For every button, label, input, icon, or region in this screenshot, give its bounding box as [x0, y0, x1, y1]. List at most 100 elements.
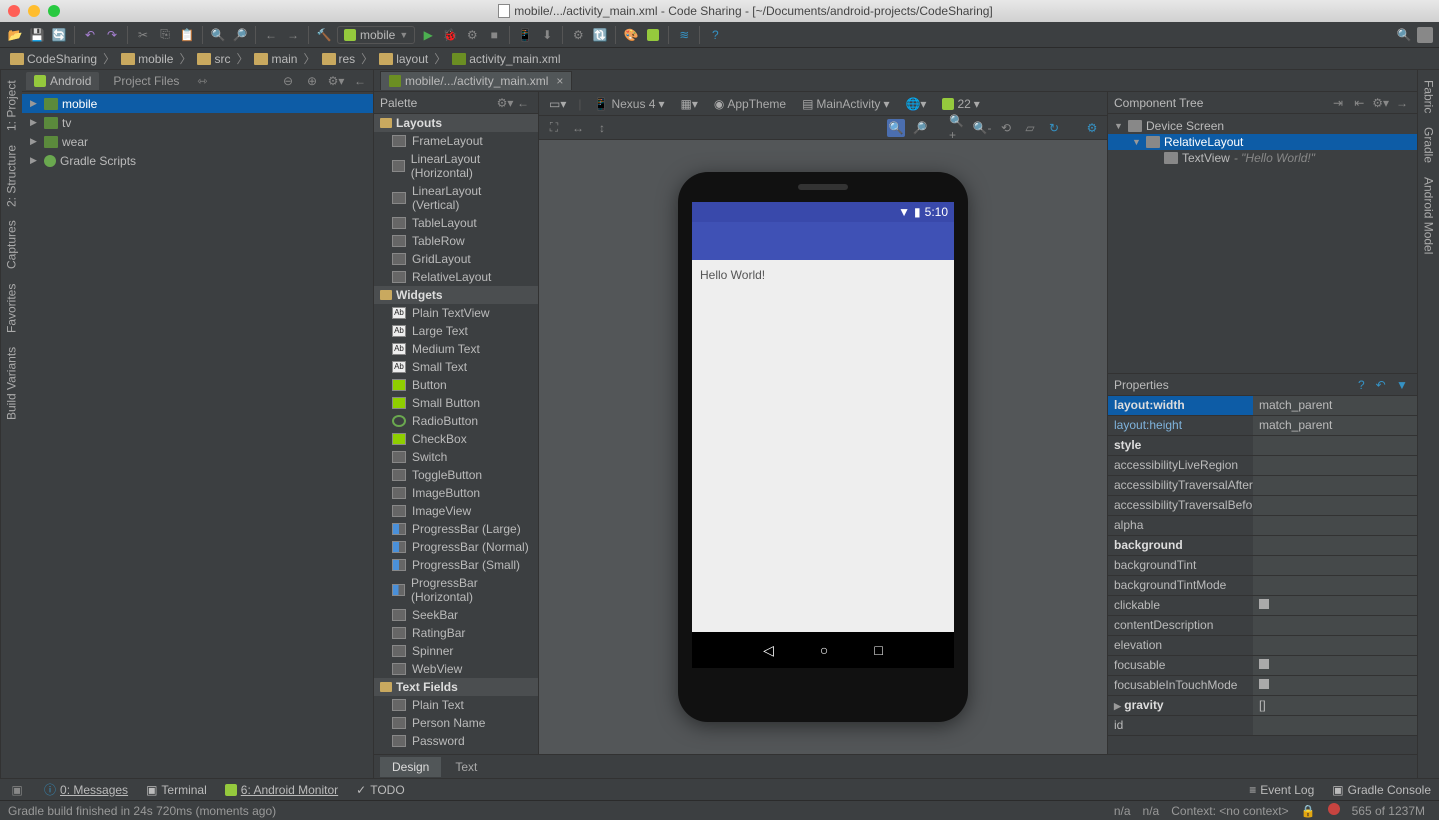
event-log-button[interactable]: ≡ Event Log [1249, 783, 1314, 797]
maximize-window-button[interactable] [48, 5, 60, 17]
zoom-in-icon[interactable]: 🔍+ [949, 119, 967, 137]
open-icon[interactable]: 📂 [6, 26, 24, 44]
tree-settings-icon[interactable]: ⚙▾ [1372, 94, 1390, 112]
breadcrumb-item[interactable]: CodeSharing [6, 51, 101, 67]
minimize-window-button[interactable] [28, 5, 40, 17]
project-tree-item[interactable]: ▶Gradle Scripts [22, 151, 373, 170]
messages-button[interactable]: ⓘ0: Messages [44, 781, 128, 798]
find-icon[interactable]: 🔍 [209, 26, 227, 44]
device-dropdown[interactable]: 📱 Nexus 4▾ [590, 96, 669, 112]
palette-item[interactable]: RadioButton [374, 412, 538, 430]
palette-item[interactable]: TableRow [374, 232, 538, 250]
property-row[interactable]: style [1108, 436, 1417, 456]
collapse-tree-icon[interactable]: ⇤ [1350, 94, 1368, 112]
palette-item[interactable]: ProgressBar (Large) [374, 520, 538, 538]
property-row[interactable]: clickable [1108, 596, 1417, 616]
close-tab-icon[interactable]: × [556, 74, 563, 88]
design-tab[interactable]: Design [380, 757, 441, 777]
property-row[interactable]: layout:widthmatch_parent [1108, 396, 1417, 416]
attach-debugger-icon[interactable]: ⚙ [463, 26, 481, 44]
palette-collapse-icon[interactable]: ← [514, 94, 532, 112]
palette-item[interactable]: Button [374, 376, 538, 394]
activity-dropdown[interactable]: ▤ MainActivity▾ [798, 96, 893, 112]
palette-item[interactable]: RelativeLayout [374, 268, 538, 286]
render-settings-icon[interactable]: ⚙ [1083, 119, 1101, 137]
todo-button[interactable]: ✓ TODO [356, 783, 405, 797]
palette-item[interactable]: ProgressBar (Horizontal) [374, 574, 538, 606]
palette-item[interactable]: Spinner [374, 642, 538, 660]
search-everywhere-icon[interactable]: 🔍 [1395, 26, 1413, 44]
zoom-out-icon[interactable]: 🔍- [973, 119, 991, 137]
expand-tree-icon[interactable]: ⇥ [1329, 94, 1347, 112]
palette-item[interactable]: Password [374, 732, 538, 750]
project-tree-item[interactable]: ▶tv [22, 113, 373, 132]
gutter-button[interactable]: Fabric [1420, 76, 1437, 117]
tool-windows-icon[interactable]: ▣ [8, 781, 26, 799]
property-row[interactable]: backgroundTintMode [1108, 576, 1417, 596]
palette-item[interactable]: SeekBar [374, 606, 538, 624]
project-tree-item[interactable]: ▶mobile [22, 94, 373, 113]
align-v-icon[interactable]: ↕ [593, 119, 611, 137]
palette-item[interactable]: ToggleButton [374, 466, 538, 484]
palette-item[interactable]: ImageButton [374, 484, 538, 502]
forward-icon[interactable]: → [284, 26, 302, 44]
property-row[interactable]: accessibilityLiveRegion [1108, 456, 1417, 476]
palette-item[interactable]: AbSmall Text [374, 358, 538, 376]
property-row[interactable]: focusableInTouchMode [1108, 676, 1417, 696]
property-row[interactable]: backgroundTint [1108, 556, 1417, 576]
tree-hide-icon[interactable]: → [1393, 94, 1411, 112]
pan-icon[interactable]: ▱ [1021, 119, 1039, 137]
property-row[interactable]: alpha [1108, 516, 1417, 536]
component-tree-item[interactable]: ▼RelativeLayout [1108, 134, 1417, 150]
gutter-button[interactable]: Android Model [1420, 173, 1437, 258]
breadcrumb-item[interactable]: mobile [117, 51, 177, 67]
component-tree-item[interactable]: TextView - "Hello World!" [1108, 150, 1417, 166]
property-row[interactable]: contentDescription [1108, 616, 1417, 636]
gutter-button[interactable]: Gradle [1420, 123, 1437, 167]
undo-icon[interactable]: ↶ [81, 26, 99, 44]
breadcrumb-item[interactable]: res [318, 51, 360, 67]
palette-item[interactable]: LinearLayout (Horizontal) [374, 150, 538, 182]
palette-settings-icon[interactable]: ⚙▾ [496, 94, 514, 112]
locale-dropdown[interactable]: 🌐▾ [901, 96, 930, 112]
layers-icon[interactable]: ≋ [675, 26, 693, 44]
text-tab[interactable]: Text [443, 757, 489, 777]
properties-help-icon[interactable]: ? [1354, 378, 1368, 392]
zoom-fit-icon[interactable]: 🔍 [887, 119, 905, 137]
zoom-actual-icon[interactable]: 🔎 [911, 119, 929, 137]
theme-editor-icon[interactable]: 🎨 [622, 26, 640, 44]
hide-icon[interactable]: ← [351, 72, 369, 90]
breadcrumb-item[interactable]: main [250, 51, 301, 67]
theme-dropdown[interactable]: ◉ AppTheme [710, 96, 790, 112]
project-tree-item[interactable]: ▶wear [22, 132, 373, 151]
paste-icon[interactable]: 📋 [178, 26, 196, 44]
gradle-console-button[interactable]: ▣ Gradle Console [1332, 783, 1431, 797]
run-config-dropdown[interactable]: mobile▼ [337, 26, 415, 44]
status-context[interactable]: Context: <no context> [1165, 804, 1294, 818]
gutter-button[interactable]: 1: Project [3, 76, 20, 135]
orientation-toggle[interactable]: ▭▾ [545, 96, 570, 112]
gutter-button[interactable]: 2: Structure [3, 141, 20, 211]
palette-item[interactable]: CheckBox [374, 430, 538, 448]
align-h-icon[interactable]: ↔ [569, 119, 587, 137]
sync-gradle-icon[interactable]: 🔃 [591, 26, 609, 44]
memory-indicator[interactable]: 565 of 1237M [1346, 804, 1431, 818]
breadcrumb-item[interactable]: layout [375, 51, 432, 67]
redo-icon[interactable]: ↷ [103, 26, 121, 44]
property-row[interactable]: focusable [1108, 656, 1417, 676]
palette-item[interactable]: ImageView [374, 502, 538, 520]
palette-item[interactable]: GridLayout [374, 250, 538, 268]
project-tab-files[interactable]: Project Files [105, 72, 187, 90]
reset-zoom-icon[interactable]: ⟲ [997, 119, 1015, 137]
avd-manager-icon[interactable]: 📱 [516, 26, 534, 44]
property-row[interactable]: elevation [1108, 636, 1417, 656]
gutter-button[interactable]: Build Variants [3, 343, 20, 424]
close-window-button[interactable] [8, 5, 20, 17]
properties-filter-icon[interactable]: ▼ [1393, 376, 1411, 394]
error-indicator-icon[interactable] [1328, 803, 1340, 815]
property-row[interactable]: accessibilityTraversalBefore [1108, 496, 1417, 516]
make-icon[interactable]: 🔨 [315, 26, 333, 44]
sync-icon[interactable]: 🔄 [50, 26, 68, 44]
palette-item[interactable]: Plain Text [374, 696, 538, 714]
debug-button[interactable]: 🐞 [441, 26, 459, 44]
